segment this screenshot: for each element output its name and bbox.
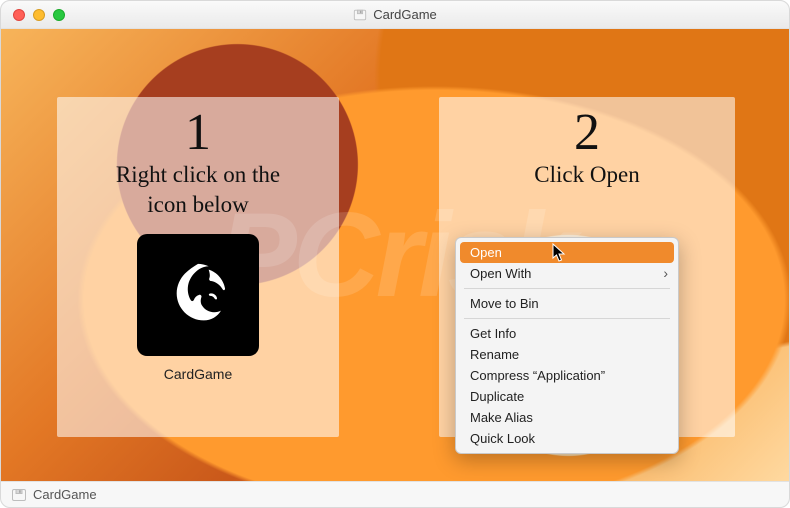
menu-item-open-with[interactable]: Open With	[456, 263, 678, 284]
menu-item-open-label: Open	[470, 245, 502, 260]
traffic-lights	[13, 9, 65, 21]
statusbar-label: CardGame	[33, 487, 97, 502]
menu-item-duplicate[interactable]: Duplicate	[456, 386, 678, 407]
menu-item-make-alias-label: Make Alias	[470, 410, 533, 425]
step-1-panel: 1 Right click on the icon below CardGame	[57, 97, 339, 437]
dragon-icon	[157, 254, 239, 336]
app-label: CardGame	[137, 366, 259, 382]
step-2-text: Click Open	[439, 161, 735, 189]
menu-item-get-info[interactable]: Get Info	[456, 323, 678, 344]
app-icon[interactable]	[137, 234, 259, 356]
window-title: CardGame	[373, 7, 437, 22]
step-2-panel: 2 Click Open Open Open With Move to Bin …	[439, 97, 735, 437]
menu-item-get-info-label: Get Info	[470, 326, 516, 341]
menu-item-compress[interactable]: Compress “Application”	[456, 365, 678, 386]
menu-separator	[464, 318, 670, 319]
removable-disk-icon	[11, 487, 27, 503]
menu-item-quick-look[interactable]: Quick Look	[456, 428, 678, 449]
menu-item-rename[interactable]: Rename	[456, 344, 678, 365]
menu-item-duplicate-label: Duplicate	[470, 389, 524, 404]
menu-item-make-alias[interactable]: Make Alias	[456, 407, 678, 428]
menu-item-compress-label: Compress “Application”	[470, 368, 605, 383]
step-2-number: 2	[439, 107, 735, 159]
window-frame: CardGame PCrisk 1 Right click on the ico…	[0, 0, 790, 508]
removable-disk-icon	[353, 8, 367, 22]
minimize-icon[interactable]	[33, 9, 45, 21]
window-title-wrap: CardGame	[1, 7, 789, 22]
menu-separator	[464, 288, 670, 289]
close-icon[interactable]	[13, 9, 25, 21]
menu-item-move-to-bin-label: Move to Bin	[470, 296, 539, 311]
context-menu: Open Open With Move to Bin Get Info Rena…	[455, 237, 679, 454]
menu-item-quick-look-label: Quick Look	[470, 431, 535, 446]
menu-item-rename-label: Rename	[470, 347, 519, 362]
titlebar[interactable]: CardGame	[1, 1, 789, 29]
statusbar: CardGame	[1, 481, 789, 507]
menu-item-move-to-bin[interactable]: Move to Bin	[456, 293, 678, 314]
menu-item-open-with-label: Open With	[470, 266, 531, 281]
zoom-icon[interactable]	[53, 9, 65, 21]
step-1-text-line2: icon below	[57, 191, 339, 219]
step-1-text-line1: Right click on the	[57, 161, 339, 189]
app-icon-wrap: CardGame	[137, 234, 259, 382]
menu-item-open[interactable]: Open	[460, 242, 674, 263]
step-1-number: 1	[57, 107, 339, 159]
content-area: PCrisk 1 Right click on the icon below C…	[1, 29, 789, 481]
